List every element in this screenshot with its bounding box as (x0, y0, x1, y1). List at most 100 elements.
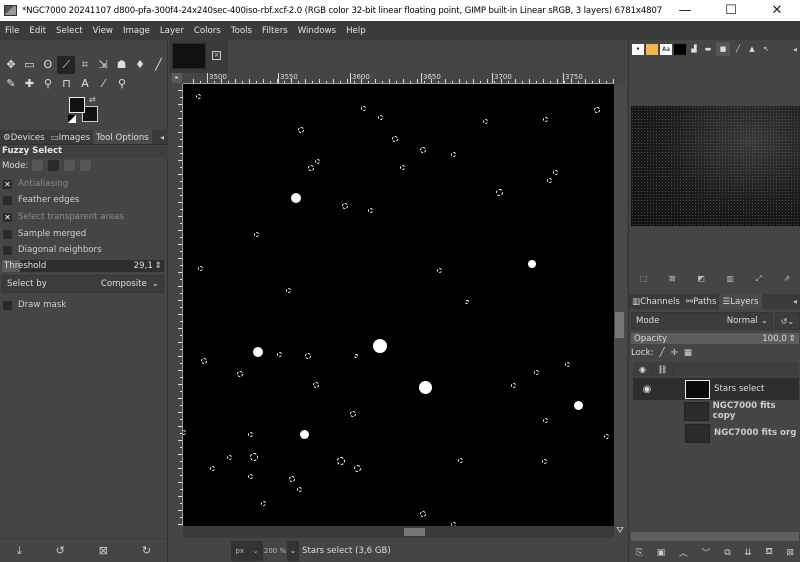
tab-tool-options[interactable]: Tool Options (93, 130, 152, 144)
menu-image[interactable]: Image (118, 26, 155, 36)
new-layer-icon[interactable]: ⎘ (636, 548, 643, 558)
tab-menu-icon[interactable]: ◂ (789, 294, 800, 309)
mask-layer-icon[interactable]: ⛾ (766, 547, 773, 558)
tab-menu-icon[interactable]: ◂ (156, 130, 168, 144)
text-tool-icon[interactable]: A (76, 75, 94, 93)
unit-dropdown[interactable]: px ⌄ (231, 540, 263, 561)
warp-transform-tool-icon[interactable]: ☗ (113, 56, 131, 74)
zoom-field[interactable]: 200 % (263, 540, 287, 561)
option-checkbox[interactable]: Sample merged (3, 227, 86, 241)
zoom-in-nav-icon[interactable]: ⇗ (783, 274, 790, 288)
move-tool-icon[interactable]: ✥ (2, 56, 20, 74)
zoom-reset-nav-icon[interactable]: ⊠ (669, 274, 676, 288)
dynamics-tab-icon[interactable]: ╱ (732, 44, 744, 55)
zoom-tool-icon[interactable]: ⚲ (113, 75, 131, 93)
smudge-tool-icon[interactable]: ⚲ (39, 75, 57, 93)
draw-mask-checkbox[interactable]: Draw mask (3, 298, 66, 312)
menu-file[interactable]: File (0, 26, 24, 36)
layer-row[interactable]: NGC7000 fits org (633, 422, 799, 444)
spin-arrows-icon[interactable]: ⇕ (155, 261, 162, 271)
quick-mask-menu-icon[interactable]: ▸ (172, 73, 182, 83)
foreground-color-swatch[interactable] (69, 97, 85, 113)
merge-layer-icon[interactable]: ⇊ (744, 548, 752, 558)
menu-edit[interactable]: Edit (24, 26, 51, 36)
option-checkbox[interactable]: ✕ Antialiasing (3, 177, 68, 191)
tab-paths[interactable]: ⚯ Paths (683, 294, 720, 309)
opacity-spinner[interactable]: Opacity 100,0 ⇕ (631, 333, 799, 344)
tab-menu-icon[interactable]: ◂ (789, 45, 800, 54)
image-thumbnail[interactable] (172, 43, 206, 69)
layer-row[interactable]: ◉ Stars select (633, 378, 799, 400)
layer-row[interactable]: NGC7000 fits copy (633, 400, 799, 422)
scrollbar-thumb[interactable] (615, 312, 624, 338)
swap-colors-icon[interactable]: ⇄ (89, 95, 96, 104)
layer-mode-dropdown[interactable]: Mode Normal ⌄ (631, 312, 773, 330)
bucket-fill-tool-icon[interactable]: ♦ (131, 56, 149, 74)
rect-select-tool-icon[interactable]: ▭ (20, 56, 38, 74)
option-checkbox[interactable]: Feather edges (3, 193, 79, 207)
brushes-tab-icon[interactable]: • (632, 43, 644, 55)
minimize-button[interactable]: — (662, 0, 708, 21)
eraser-tool-icon[interactable]: ✎ (2, 75, 20, 93)
pointer-tab-icon[interactable]: ↖ (760, 44, 772, 55)
shrink-wrap-nav-icon[interactable]: ⤢ (755, 274, 761, 288)
lower-layer-icon[interactable]: ﹀ (702, 546, 711, 559)
gradients-tab-icon[interactable]: ▬ (702, 44, 714, 55)
mode-intersect-button[interactable] (79, 159, 93, 172)
navigation-tab-icon[interactable]: ■ (716, 42, 730, 56)
mode-replace-button[interactable] (31, 159, 45, 172)
menu-layer[interactable]: Layer (155, 26, 189, 36)
raise-layer-icon[interactable]: ︿ (679, 546, 688, 559)
duplicate-layer-icon[interactable]: ⧉ (724, 548, 730, 558)
histogram-tab-icon[interactable]: ▟ (688, 44, 700, 55)
zoom-dropdown-icon[interactable]: ⌄ (287, 540, 299, 561)
maximize-button[interactable]: ☐ (708, 0, 754, 21)
paths-tool-icon[interactable]: ⊓ (58, 75, 76, 93)
menu-select[interactable]: Select (51, 26, 88, 36)
zoom-fill-nav-icon[interactable]: ▥ (726, 274, 734, 288)
tab-devices[interactable]: ⚙ Devices (0, 130, 48, 144)
menu-colors[interactable]: Colors (189, 26, 226, 36)
navigate-icon[interactable]: ⛛ (614, 526, 626, 538)
tab-channels[interactable]: ▥ Channels (629, 294, 683, 309)
delete-layer-icon[interactable]: ⊠ (787, 548, 795, 558)
menu-filters[interactable]: Filters (257, 26, 293, 36)
menu-windows[interactable]: Windows (293, 26, 341, 36)
spin-arrows-icon[interactable]: ⇕ (789, 334, 796, 344)
heal-tool-icon[interactable]: ✚ (21, 75, 39, 93)
lock-position-icon[interactable]: ✛ (671, 348, 678, 358)
navigation-preview[interactable] (631, 106, 800, 226)
color-picker-tool-icon[interactable]: ⁄ (95, 75, 113, 93)
mode-add-button[interactable] (47, 159, 61, 172)
select-by-dropdown[interactable]: Select by Composite ⌄ (2, 275, 164, 293)
unified-transform-tool-icon[interactable]: ⇲ (94, 56, 112, 74)
delete-options-icon[interactable]: ⊠ (99, 544, 108, 557)
free-select-tool-icon[interactable]: ʘ (39, 56, 57, 74)
close-button[interactable]: ✕ (754, 0, 800, 21)
image-canvas[interactable] (183, 84, 614, 526)
menu-view[interactable]: View (88, 26, 118, 36)
zoom-fit-nav-icon[interactable]: ◩ (697, 274, 705, 288)
close-image-icon[interactable]: × (212, 51, 221, 60)
composite-mode-dropdown[interactable]: ↺⌄ (775, 312, 800, 330)
reset-options-icon[interactable]: ↻ (142, 544, 151, 557)
eye-icon[interactable]: ◉ (633, 384, 661, 395)
zoom-out-nav-icon[interactable]: ⬚ (640, 274, 648, 288)
lock-pixels-icon[interactable]: ╱ (660, 348, 665, 358)
restore-options-icon[interactable]: ↺ (56, 544, 65, 557)
crop-tool-icon[interactable]: ⌗ (76, 56, 94, 74)
option-checkbox[interactable]: ✕ Select transparent areas (3, 210, 124, 224)
mode-subtract-button[interactable] (63, 159, 77, 172)
horizontal-scrollbar[interactable] (183, 526, 614, 538)
palettes-tab-icon[interactable]: ■ (674, 43, 686, 55)
vertical-scrollbar[interactable] (614, 84, 626, 526)
lock-alpha-icon[interactable]: ▦ (684, 348, 692, 358)
paintbrush-tool-icon[interactable]: ╱ (150, 56, 168, 74)
menu-tools[interactable]: Tools (226, 26, 257, 36)
option-checkbox[interactable]: Diagonal neighbors (3, 243, 102, 257)
tab-layers[interactable]: ☰ Layers (719, 294, 762, 309)
save-options-icon[interactable]: ⤓ (17, 544, 22, 558)
layers-scrollbar[interactable] (631, 532, 799, 541)
symmetry-tab-icon[interactable]: ▲ (746, 44, 758, 55)
new-layer-group-icon[interactable]: ▣ (657, 548, 666, 558)
